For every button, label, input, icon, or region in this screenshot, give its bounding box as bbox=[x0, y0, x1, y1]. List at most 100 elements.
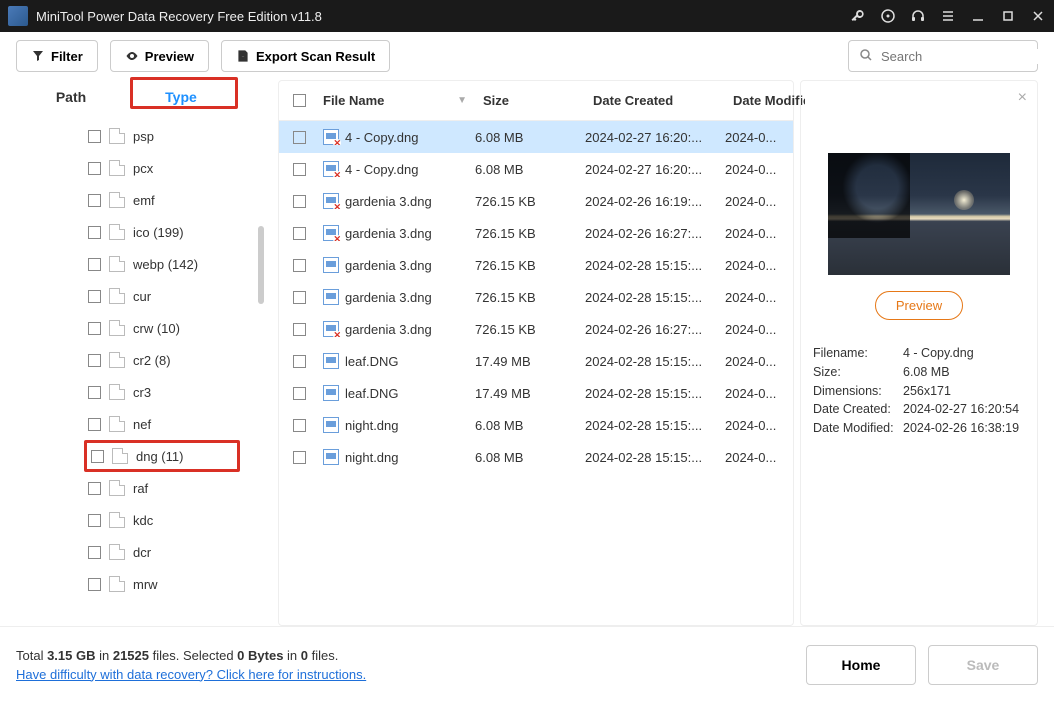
maximize-icon[interactable] bbox=[1000, 8, 1016, 24]
tree-checkbox[interactable] bbox=[88, 482, 101, 495]
key-icon[interactable] bbox=[850, 8, 866, 24]
row-checkbox[interactable] bbox=[293, 323, 306, 336]
file-name: 4 - Copy.dng bbox=[345, 162, 418, 177]
file-date-modified: 2024-0... bbox=[725, 418, 793, 433]
headphones-icon[interactable] bbox=[910, 8, 926, 24]
row-checkbox[interactable] bbox=[293, 355, 306, 368]
filter-button[interactable]: Filter bbox=[16, 40, 98, 72]
tree-label: psp bbox=[133, 129, 154, 144]
tree-checkbox[interactable] bbox=[88, 386, 101, 399]
table-row[interactable]: gardenia 3.dng726.15 KB2024-02-26 16:19:… bbox=[279, 185, 793, 217]
file-date-modified: 2024-0... bbox=[725, 386, 793, 401]
tree-item[interactable]: emf bbox=[16, 184, 266, 216]
tree-checkbox[interactable] bbox=[88, 514, 101, 527]
row-checkbox[interactable] bbox=[293, 163, 306, 176]
tree-item[interactable]: raf bbox=[16, 472, 266, 504]
tree-checkbox[interactable] bbox=[88, 258, 101, 271]
tree-item[interactable]: cur bbox=[16, 280, 266, 312]
file-date-created: 2024-02-28 15:15:... bbox=[585, 258, 725, 273]
table-row[interactable]: leaf.DNG17.49 MB2024-02-28 15:15:...2024… bbox=[279, 377, 793, 409]
table-row[interactable]: leaf.DNG17.49 MB2024-02-28 15:15:...2024… bbox=[279, 345, 793, 377]
file-type-tree[interactable]: psppcxemfico (199)webp (142)curcrw (10)c… bbox=[16, 120, 266, 626]
tree-checkbox[interactable] bbox=[88, 546, 101, 559]
row-checkbox[interactable] bbox=[293, 451, 306, 464]
select-all-checkbox[interactable] bbox=[293, 94, 306, 107]
table-row[interactable]: 4 - Copy.dng6.08 MB2024-02-27 16:20:...2… bbox=[279, 121, 793, 153]
tree-label: cur bbox=[133, 289, 151, 304]
row-checkbox[interactable] bbox=[293, 227, 306, 240]
tree-item[interactable]: crw (10) bbox=[16, 312, 266, 344]
tree-item[interactable]: webp (142) bbox=[16, 248, 266, 280]
export-button[interactable]: Export Scan Result bbox=[221, 40, 390, 72]
tree-checkbox[interactable] bbox=[88, 162, 101, 175]
col-filename[interactable]: File Name ▼ bbox=[315, 93, 475, 108]
tree-item[interactable]: cr3 bbox=[16, 376, 266, 408]
table-row[interactable]: gardenia 3.dng726.15 KB2024-02-26 16:27:… bbox=[279, 313, 793, 345]
row-checkbox[interactable] bbox=[293, 259, 306, 272]
close-preview-icon[interactable]: × bbox=[1018, 89, 1027, 107]
tree-item[interactable]: pcx bbox=[16, 152, 266, 184]
row-checkbox[interactable] bbox=[293, 387, 306, 400]
file-metadata: Filename:4 - Copy.dng Size:6.08 MB Dimen… bbox=[813, 344, 1025, 438]
file-icon bbox=[323, 385, 339, 401]
toolbar: Filter Preview Export Scan Result bbox=[0, 32, 1054, 80]
home-button[interactable]: Home bbox=[806, 645, 916, 685]
file-size: 6.08 MB bbox=[475, 418, 585, 433]
tab-path[interactable]: Path bbox=[16, 80, 126, 114]
save-button[interactable]: Save bbox=[928, 645, 1038, 685]
tree-item[interactable]: kdc bbox=[16, 504, 266, 536]
file-date-created: 2024-02-28 15:15:... bbox=[585, 450, 725, 465]
tree-item[interactable]: ico (199) bbox=[16, 216, 266, 248]
file-type-icon bbox=[109, 480, 125, 496]
file-date-created: 2024-02-27 16:20:... bbox=[585, 162, 725, 177]
table-row[interactable]: night.dng6.08 MB2024-02-28 15:15:...2024… bbox=[279, 409, 793, 441]
close-icon[interactable] bbox=[1030, 8, 1046, 24]
search-input[interactable] bbox=[848, 40, 1038, 72]
preview-button[interactable]: Preview bbox=[110, 40, 209, 72]
file-size: 726.15 KB bbox=[475, 258, 585, 273]
tree-item[interactable]: nef bbox=[16, 408, 266, 440]
file-size: 6.08 MB bbox=[475, 130, 585, 145]
tree-checkbox[interactable] bbox=[88, 418, 101, 431]
tree-checkbox[interactable] bbox=[88, 130, 101, 143]
col-size[interactable]: Size bbox=[475, 93, 585, 108]
tree-item[interactable]: dcr bbox=[16, 536, 266, 568]
menu-icon[interactable] bbox=[940, 8, 956, 24]
row-checkbox[interactable] bbox=[293, 291, 306, 304]
tree-item[interactable]: cr2 (8) bbox=[16, 344, 266, 376]
tab-type[interactable]: Type bbox=[126, 80, 236, 114]
tree-checkbox[interactable] bbox=[88, 226, 101, 239]
tree-item[interactable]: psp bbox=[16, 120, 266, 152]
table-row[interactable]: gardenia 3.dng726.15 KB2024-02-28 15:15:… bbox=[279, 281, 793, 313]
row-checkbox[interactable] bbox=[293, 419, 306, 432]
table-row[interactable]: 4 - Copy.dng6.08 MB2024-02-27 16:20:...2… bbox=[279, 153, 793, 185]
search-field[interactable] bbox=[881, 49, 1054, 64]
file-date-modified: 2024-0... bbox=[725, 450, 793, 465]
row-checkbox[interactable] bbox=[293, 195, 306, 208]
tree-checkbox[interactable] bbox=[88, 354, 101, 367]
export-icon bbox=[236, 49, 250, 63]
tree-checkbox[interactable] bbox=[88, 578, 101, 591]
file-size: 726.15 KB bbox=[475, 290, 585, 305]
table-row[interactable]: night.dng6.08 MB2024-02-28 15:15:...2024… bbox=[279, 441, 793, 473]
tree-checkbox[interactable] bbox=[88, 194, 101, 207]
table-row[interactable]: gardenia 3.dng726.15 KB2024-02-26 16:27:… bbox=[279, 217, 793, 249]
col-date-created[interactable]: Date Created bbox=[585, 93, 725, 108]
tree-checkbox[interactable] bbox=[88, 290, 101, 303]
tree-checkbox[interactable] bbox=[91, 450, 104, 463]
file-size: 17.49 MB bbox=[475, 354, 585, 369]
minimize-icon[interactable] bbox=[970, 8, 986, 24]
help-link[interactable]: Have difficulty with data recovery? Clic… bbox=[16, 667, 366, 682]
tree-item[interactable]: mrw bbox=[16, 568, 266, 600]
row-checkbox[interactable] bbox=[293, 131, 306, 144]
col-date-modified[interactable]: Date Modifie bbox=[725, 93, 805, 108]
file-name: gardenia 3.dng bbox=[345, 226, 432, 241]
preview-file-button[interactable]: Preview bbox=[875, 291, 963, 320]
disc-icon[interactable] bbox=[880, 8, 896, 24]
file-icon bbox=[323, 129, 339, 145]
file-icon bbox=[323, 193, 339, 209]
table-row[interactable]: gardenia 3.dng726.15 KB2024-02-28 15:15:… bbox=[279, 249, 793, 281]
tree-item[interactable]: dng (11) bbox=[84, 440, 240, 472]
tree-checkbox[interactable] bbox=[88, 322, 101, 335]
sidebar: Path Type psp pcxemfico (199)webp (142) cu… bbox=[16, 80, 266, 626]
